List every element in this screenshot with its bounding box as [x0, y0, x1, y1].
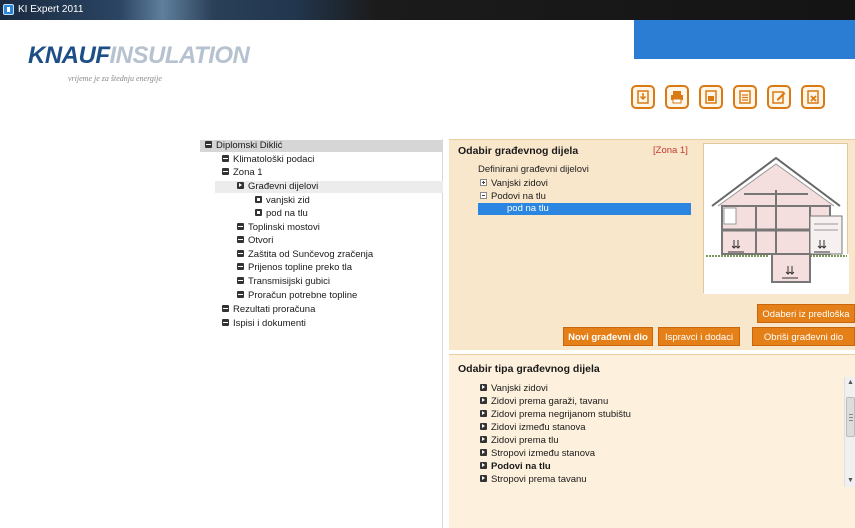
select-from-template-button[interactable]: Odaberi iz predloška — [757, 304, 855, 323]
tree-item-proracun[interactable]: Proračun potrebne topline — [237, 290, 357, 302]
list-arrow-icon — [480, 435, 487, 443]
list-arrow-icon — [480, 422, 487, 430]
tree-item-transmisijski[interactable]: Transmisijski gubici — [237, 276, 330, 288]
scroll-down-icon[interactable]: ▼ — [847, 477, 854, 485]
tree-item-rezultati[interactable]: Rezultati proračuna — [222, 304, 315, 316]
print-icon[interactable] — [665, 85, 689, 109]
collapse-icon — [237, 290, 244, 298]
window-title: KI Expert 2011 — [18, 4, 84, 15]
zone-label: [Zona 1] — [653, 145, 688, 156]
group-podovi-na-tlu[interactable]: Podovi na tlu — [480, 191, 546, 202]
list-item[interactable]: Zidovi prema garaži, tavanu — [480, 396, 608, 408]
defined-parts-label: Definirani građevni dijelovi — [478, 164, 589, 175]
selected-part-row[interactable]: pod na tlu — [478, 203, 691, 215]
scroll-up-icon[interactable]: ▲ — [847, 379, 854, 387]
list-arrow-icon — [480, 448, 487, 456]
tree-item-pod-na-tlu[interactable]: pod na tlu — [255, 208, 308, 220]
tree-item-toplinski-mostovi[interactable]: Toplinski mostovi — [237, 222, 320, 234]
tree-item-prijenos[interactable]: Prijenos topline preko tla — [237, 262, 352, 274]
list-arrow-icon — [480, 461, 487, 469]
collapse-icon — [237, 276, 244, 284]
tree-item-klimatoloski[interactable]: Klimatološki podaci — [222, 154, 314, 166]
list-item[interactable]: Stropovi između stanova — [480, 448, 595, 460]
collapse-icon — [237, 249, 244, 257]
list-scrollbar[interactable]: ▲ ▼ — [844, 377, 855, 487]
collapse-icon — [237, 235, 244, 243]
logo-brand-bold: KNAUF — [28, 42, 110, 69]
list-arrow-icon — [480, 396, 487, 404]
app-icon — [3, 4, 14, 15]
list-arrow-icon — [480, 474, 487, 482]
import-icon[interactable] — [631, 85, 655, 109]
tree-root[interactable]: Diplomski Diklić — [200, 140, 443, 152]
collapse-icon — [222, 318, 229, 326]
tree-item-ispisi[interactable]: Ispisi i dokumenti — [222, 318, 306, 330]
new-part-button[interactable]: Novi građevni dio — [563, 327, 653, 346]
tree-item-gradevni-dijelovi[interactable]: Građevni dijelovi — [215, 181, 443, 193]
list-item-selected[interactable]: Podovi na tlu — [480, 461, 551, 473]
collapse-icon — [222, 304, 229, 312]
house-illustration — [703, 143, 849, 294]
expand-arrow-icon — [237, 181, 244, 189]
list-item[interactable]: Vanjski zidovi — [480, 383, 548, 395]
corrections-button[interactable]: Ispravci i dodaci — [658, 327, 740, 346]
collapse-icon[interactable] — [480, 191, 487, 199]
delete-part-button[interactable]: Obriši građevni dio — [752, 327, 855, 346]
upper-panel-title: Odabir građevnog dijela — [458, 145, 579, 157]
tree-item-otvori[interactable]: Otvori — [237, 235, 273, 247]
exit-icon[interactable] — [801, 85, 825, 109]
collapse-icon — [222, 154, 229, 162]
save-icon[interactable] — [699, 85, 723, 109]
group-vanjski-zidovi[interactable]: Vanjski zidovi — [480, 178, 548, 189]
lower-panel-title: Odabir tipa građevnog dijela — [458, 363, 600, 375]
house-cross-section-icon — [704, 156, 849, 294]
collapse-icon — [237, 262, 244, 270]
list-item[interactable]: Zidovi prema negrijanom stubištu — [480, 409, 631, 421]
header-accent-block — [634, 20, 855, 59]
tree-item-zastita[interactable]: Zaštita od Sunčevog zračenja — [237, 249, 373, 261]
list-item[interactable]: Stropovi prema tavanu — [480, 474, 587, 486]
item-icon — [255, 195, 262, 203]
scroll-thumb[interactable] — [846, 397, 855, 437]
logo-brand-light: INSULATION — [109, 42, 250, 69]
toolbar — [631, 85, 825, 115]
project-tree-panel — [200, 139, 443, 528]
document-icon[interactable] — [733, 85, 757, 109]
list-item[interactable]: Zidovi između stanova — [480, 422, 586, 434]
collapse-icon — [205, 140, 212, 148]
edit-icon[interactable] — [767, 85, 791, 109]
collapse-icon — [222, 167, 229, 175]
list-item[interactable]: Zidovi prema tlu — [480, 435, 559, 447]
list-arrow-icon — [480, 409, 487, 417]
knauf-logo: KNAUFINSULATION vrijeme je za štednju en… — [28, 42, 250, 92]
title-bar: KI Expert 2011 — [0, 0, 855, 20]
tree-item-vanjski-zid[interactable]: vanjski zid — [255, 195, 310, 207]
collapse-icon — [237, 222, 244, 230]
item-icon — [255, 208, 262, 216]
expand-icon[interactable] — [480, 178, 487, 186]
tree-item-zona-1[interactable]: Zona 1 — [222, 167, 263, 179]
logo-tagline: vrijeme je za štednju energije — [68, 74, 162, 83]
list-arrow-icon — [480, 383, 487, 391]
